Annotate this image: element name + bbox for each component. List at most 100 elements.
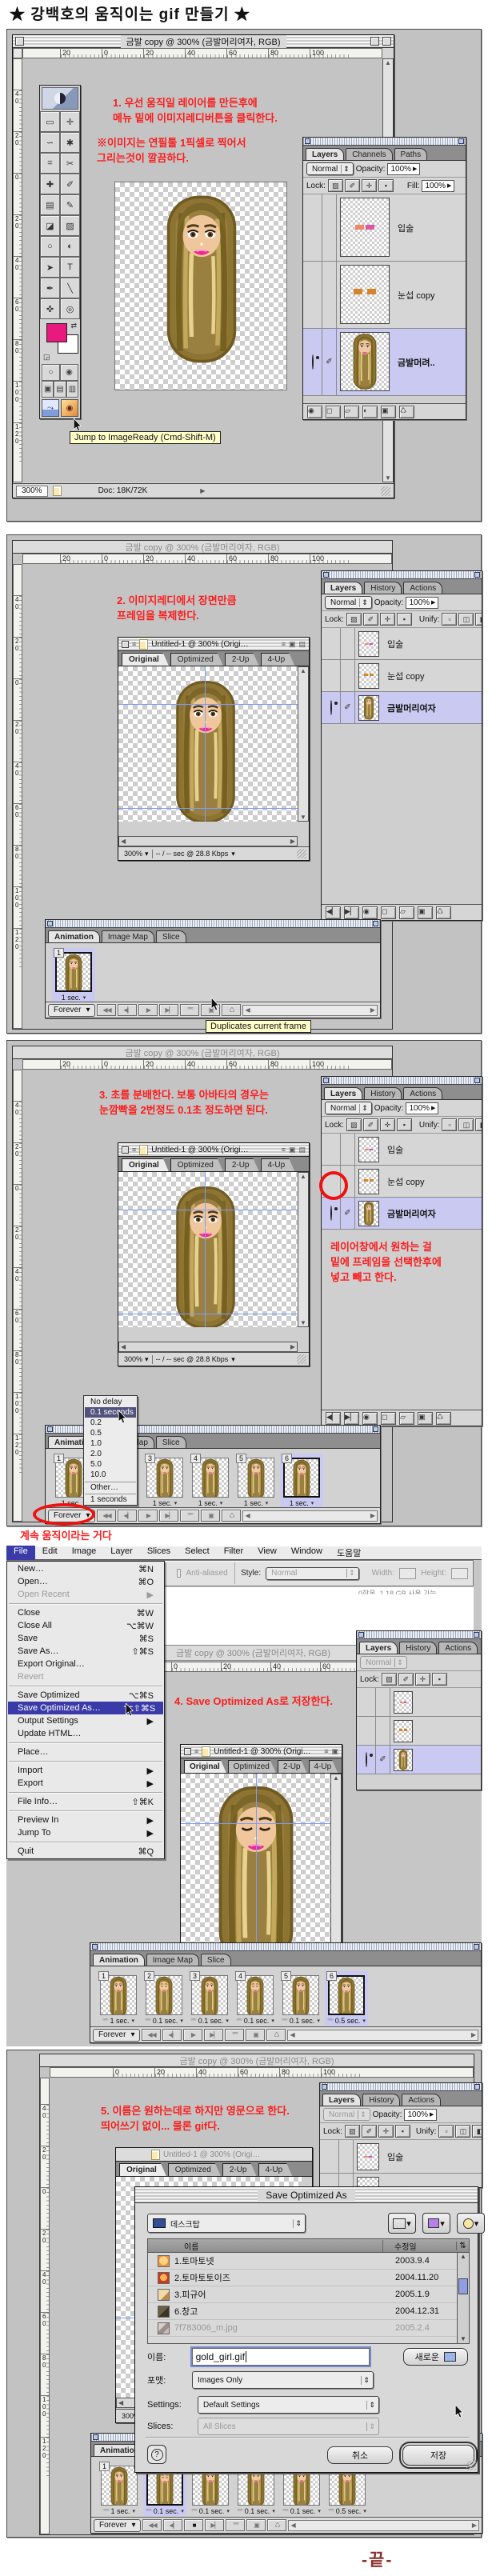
layer-thumbnail[interactable] <box>340 198 390 257</box>
new-folder-button[interactable]: 새로운 <box>403 2348 468 2366</box>
palette-tab[interactable]: Layers <box>324 582 362 594</box>
unify-icon[interactable]: ▫ <box>442 613 457 626</box>
tool-button[interactable]: ▤ <box>40 194 60 215</box>
layer-thumbnail[interactable] <box>340 265 390 324</box>
animation-tab[interactable]: Image Map <box>146 1954 199 1966</box>
layer-thumbnail[interactable] <box>357 2143 379 2170</box>
visibility-toggle[interactable] <box>322 1134 341 1165</box>
vertical-scrollbar[interactable]: ▲▼ <box>298 666 309 822</box>
shortcuts-button[interactable]: ▾ <box>388 2213 416 2234</box>
next-frame-button[interactable]: ▶▏ <box>205 2519 224 2531</box>
loop-select[interactable]: Forever▾ <box>48 1004 95 1017</box>
palette-tab[interactable]: Layers <box>306 148 344 160</box>
screen-mode-button[interactable]: ▣ <box>42 381 54 398</box>
document-view-tab[interactable]: Original <box>122 653 169 666</box>
tween-button[interactable]: °°° <box>180 1510 199 1522</box>
recent-button[interactable]: ▾ <box>457 2213 485 2234</box>
column-name[interactable]: 이름 <box>148 2240 198 2252</box>
file-menu-item[interactable] <box>8 1808 163 1814</box>
document-view-tab[interactable]: Original <box>122 1158 169 1171</box>
lock-icon[interactable]: ▨ <box>382 1673 397 1686</box>
palette-footer-icon[interactable]: ◉ <box>362 906 378 919</box>
play-button[interactable]: ▶ <box>138 1510 158 1522</box>
close-box-icon[interactable] <box>122 641 129 648</box>
play-button[interactable]: ▶ <box>183 2029 202 2041</box>
file-menu-item[interactable]: Export Original… <box>8 1658 163 1670</box>
layer-thumbnail[interactable] <box>394 1691 413 1714</box>
visibility-toggle[interactable] <box>303 194 322 261</box>
tween-button[interactable]: °°° <box>225 2029 244 2041</box>
lock-icon[interactable]: ✐ <box>362 2125 377 2138</box>
file-row[interactable]: 6.창고 2004.12.31 <box>148 2303 469 2320</box>
animation-frame[interactable]: 4 °°°1 sec.▾ <box>189 1454 232 1508</box>
next-frame-button[interactable]: ▶▏ <box>204 2029 223 2041</box>
layer-thumbnail[interactable] <box>358 1201 379 1226</box>
palette-header[interactable] <box>322 571 482 579</box>
document-view-tab[interactable]: 2-Up <box>222 2163 257 2176</box>
palette-footer-icon[interactable]: ▱ <box>399 906 414 919</box>
file-menu-item[interactable] <box>8 1601 163 1606</box>
document-view-tab[interactable]: 4-Up <box>261 653 295 666</box>
previous-frame-button[interactable]: ◀▏ <box>162 2029 182 2041</box>
layer-row[interactable]: ✐ <box>357 1746 481 1774</box>
visibility-toggle[interactable] <box>357 1717 376 1745</box>
first-frame-button[interactable]: ◀◀ <box>97 1510 116 1522</box>
status-arrow-icon[interactable]: ▶ <box>200 487 205 494</box>
lock-icon[interactable]: ✛ <box>362 179 377 192</box>
frame-delay-select[interactable]: °°°0.1 sec.▾ <box>234 2015 277 2025</box>
document-view-tab[interactable]: 2-Up <box>225 1158 259 1171</box>
palette-tab[interactable]: Layers <box>359 1642 398 1654</box>
lock-icon[interactable]: ▪ <box>378 179 394 192</box>
file-menu-item[interactable] <box>8 1790 163 1795</box>
palette-footer-icon[interactable]: ♺ <box>399 406 414 418</box>
lock-icon[interactable]: ✐ <box>363 613 378 626</box>
animation-frame[interactable]: 1 °°°1 sec.▾ <box>52 948 95 1002</box>
zoom-select[interactable]: 300%▾ <box>121 850 153 858</box>
frames-scrollbar[interactable]: ◀▶ <box>288 2520 479 2531</box>
document-view-tab[interactable]: Optimized <box>168 2163 221 2176</box>
layer-row[interactable]: ✐ 입술 <box>322 628 482 660</box>
layer-name[interactable] <box>416 1688 421 1716</box>
blend-mode-select[interactable]: Normal⇕ <box>325 596 372 609</box>
palette-header[interactable] <box>90 1943 481 1951</box>
tool-button[interactable]: ✒ <box>40 278 60 298</box>
collapse-box-icon[interactable] <box>382 37 391 46</box>
layer-thumbnail[interactable] <box>358 1169 379 1194</box>
layer-thumbnail[interactable] <box>394 1720 413 1742</box>
location-select[interactable]: 데스크탑 ⇕ <box>147 2214 306 2233</box>
palette-footer-icon[interactable]: ▶▏ <box>344 1412 359 1425</box>
layer-name[interactable]: 금발머리여자 <box>382 1198 436 1229</box>
layer-name[interactable]: 입술 <box>393 194 414 261</box>
palette-footer-icon[interactable]: ◀▏ <box>326 906 341 919</box>
file-menu-item[interactable]: Save Optimized⌥⌘S <box>8 1689 163 1702</box>
lock-icon[interactable]: ▪ <box>395 2125 410 2138</box>
frame-delay-select[interactable]: °°°0.1 sec.▾ <box>189 2506 232 2515</box>
palette-tab[interactable]: History <box>364 1087 402 1099</box>
menu-bar-item[interactable]: Filter <box>217 1546 250 1560</box>
layer-name[interactable] <box>416 1746 421 1774</box>
frame-delay-select[interactable]: °°°0.1 sec.▾ <box>280 2506 323 2515</box>
previous-frame-button[interactable]: ◀▏ <box>163 2519 182 2531</box>
width-field[interactable] <box>399 1568 416 1579</box>
delay-menu-item[interactable]: 0.5 <box>85 1428 136 1438</box>
palette-footer-icon[interactable]: ▱ <box>344 406 359 418</box>
unify-icon[interactable]: ◧ <box>475 613 482 626</box>
menu-bar-item[interactable]: Window <box>284 1546 330 1560</box>
tool-button[interactable]: ◪ <box>40 215 60 236</box>
visibility-toggle[interactable] <box>303 329 322 395</box>
unify-icon[interactable]: ◧ <box>475 1118 482 1131</box>
menu-bar-item[interactable]: File <box>6 1546 35 1560</box>
scroll-thumb[interactable] <box>458 2278 468 2294</box>
visibility-toggle[interactable] <box>322 660 341 691</box>
delete-frame-button[interactable]: ♺ <box>267 2519 286 2531</box>
lock-icon[interactable]: ✛ <box>378 2125 394 2138</box>
tool-button[interactable]: ◐ <box>60 236 80 257</box>
document-view-tab[interactable]: Optimized <box>228 1760 276 1773</box>
play-button[interactable]: ▶ <box>138 1004 158 1016</box>
loop-select[interactable]: Forever▾ <box>93 2029 140 2042</box>
document-view-tab[interactable]: Original <box>119 2163 166 2176</box>
resize-grip[interactable] <box>381 486 390 496</box>
imageready-button[interactable]: ◉ <box>61 399 78 417</box>
palette-footer-icon[interactable]: ▶▏ <box>344 906 359 919</box>
menu-bar-item[interactable]: 도움말 <box>330 1546 368 1560</box>
